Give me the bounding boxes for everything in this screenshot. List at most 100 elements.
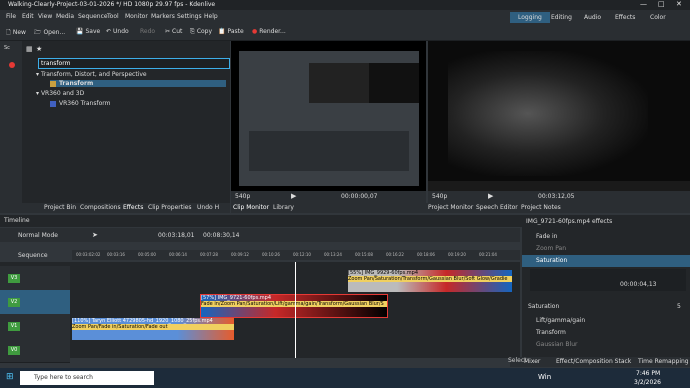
- cut-icon: ✂: [165, 28, 171, 35]
- tree-item-transform[interactable]: Transform: [50, 80, 226, 87]
- effect-row-transform[interactable]: Transform: [522, 327, 690, 339]
- menu-file[interactable]: File: [6, 13, 16, 20]
- taskbar-search-input[interactable]: Type here to search: [20, 371, 154, 385]
- menu-help[interactable]: Help: [204, 13, 218, 20]
- clip-timecode[interactable]: 00:00:00,07: [341, 193, 378, 200]
- menu-view[interactable]: View: [38, 13, 52, 20]
- effect-row-fade-in[interactable]: Fade in: [522, 231, 690, 243]
- track-header-v0[interactable]: V0: [0, 338, 70, 363]
- project-monitor[interactable]: [428, 41, 690, 181]
- render-button[interactable]: ● Render...: [252, 28, 286, 35]
- ruler-tick-label: 00:05:00: [138, 252, 156, 257]
- tab-effects[interactable]: Effects: [123, 204, 143, 211]
- project-monitor-bar: 540p ▶ 00:03:12,05: [428, 191, 690, 203]
- tab-project-bin[interactable]: Project Bin: [44, 204, 76, 211]
- play-icon[interactable]: ▶: [291, 192, 296, 200]
- new-label: New: [12, 29, 26, 36]
- effect-name: Gaussian Blur: [536, 341, 578, 348]
- clock-date[interactable]: 3/2/2026: [634, 379, 661, 386]
- open-icon: 🗁: [34, 29, 42, 36]
- keyframe-area[interactable]: 00:00:04,13: [530, 269, 686, 291]
- record-icon[interactable]: [9, 62, 15, 68]
- open-button[interactable]: 🗁 Open...: [34, 28, 65, 38]
- menu-edit[interactable]: Edit: [22, 13, 34, 20]
- copy-button[interactable]: ⎘ Copy: [190, 28, 212, 36]
- track-label: V0: [8, 346, 20, 355]
- menu-sequence[interactable]: Sequence: [78, 13, 108, 20]
- menu-tool[interactable]: Tool: [107, 13, 119, 20]
- timeline-toolbar: Normal Mode ➤ 00:03:18,01 00:08:30,14: [0, 228, 520, 242]
- menu-settings[interactable]: Settings: [177, 13, 202, 20]
- clip-monitor[interactable]: [231, 41, 426, 191]
- keyframe-timecode[interactable]: 00:00:04,13: [620, 281, 657, 288]
- pointer-icon[interactable]: ➤: [92, 231, 98, 239]
- clock-time[interactable]: 7:46 PM: [636, 370, 660, 377]
- tree-category-transform[interactable]: ▾ Transform, Distort, and Perspective: [36, 71, 147, 78]
- effect-search-input[interactable]: transform: [38, 58, 230, 69]
- paste-button[interactable]: 📋 Paste: [218, 28, 244, 35]
- title-bar: Walking-Clearly-Project-03-01-2026 */ HD…: [0, 0, 690, 10]
- play-icon[interactable]: ▶: [488, 192, 493, 200]
- menu-monitor[interactable]: Monitor: [125, 13, 148, 20]
- effect-row-gaussian-blur[interactable]: Gaussian Blur: [522, 339, 690, 351]
- tab-project-monitor[interactable]: Project Monitor: [428, 204, 473, 211]
- effect-name: Transform: [536, 329, 566, 336]
- param-value[interactable]: 5: [677, 303, 681, 310]
- tab-compositions[interactable]: Compositions: [80, 204, 121, 211]
- windows-start-icon[interactable]: ⊞: [6, 372, 14, 382]
- new-button[interactable]: 🗋 New: [6, 28, 26, 38]
- tab-clip-monitor[interactable]: Clip Monitor: [233, 204, 269, 211]
- clip-zoom[interactable]: 540p: [235, 193, 250, 200]
- effect-name: Zoom Pan: [536, 245, 567, 252]
- close-button[interactable]: ✕: [676, 0, 682, 8]
- maximize-button[interactable]: □: [658, 0, 665, 8]
- proj-timecode[interactable]: 00:03:12,05: [538, 193, 575, 200]
- tab-effect-stack[interactable]: Effect/Composition Stack: [556, 358, 631, 365]
- tab-library[interactable]: Library: [273, 204, 294, 211]
- cut-label: Cut: [172, 28, 183, 35]
- track-header-v1[interactable]: V1: [0, 314, 70, 339]
- clip-v3[interactable]: [55%] IMG_9929-60fps.mp4 Zoom Pan/Satura…: [348, 270, 512, 292]
- ruler-tick-label: 00:06:14: [169, 252, 187, 257]
- workspace-editing[interactable]: Editing: [543, 12, 580, 23]
- undo-button[interactable]: ↶ Undo: [106, 28, 129, 35]
- workspace-audio[interactable]: Audio: [576, 12, 609, 23]
- video-frame: [448, 51, 648, 176]
- clip-effects: Zoom Pan/Fade in/Saturation/Fade out: [72, 324, 234, 330]
- redo-label: Redo: [140, 28, 156, 35]
- mode-select[interactable]: Normal Mode: [18, 232, 58, 239]
- clip-v1[interactable]: [110%] Taryn Elliott 4729805-hd_1920_108…: [72, 318, 234, 340]
- menu-markers[interactable]: Markers: [151, 13, 175, 20]
- copy-icon: ⎘: [190, 28, 195, 35]
- workspace-color[interactable]: Color: [642, 12, 674, 23]
- grid-view-icon[interactable]: ▦: [26, 45, 33, 53]
- timeline-timecode[interactable]: 00:03:18,01: [158, 232, 195, 239]
- tab-time-remapping[interactable]: Time Remapping: [638, 358, 689, 365]
- effect-row-saturation[interactable]: Saturation: [522, 255, 690, 267]
- left-dock-tabs: Project Bin Compositions Effects Clip Pr…: [0, 203, 230, 213]
- window-title: Walking-Clearly-Project-03-01-2026 */ HD…: [8, 1, 216, 8]
- tree-item-vr360[interactable]: VR360 Transform: [50, 100, 110, 107]
- track-header-v3[interactable]: V3: [0, 266, 70, 291]
- track-header-v2[interactable]: V2: [0, 290, 70, 315]
- clip-v2[interactable]: [57%] IMG_9721-60fps.mp4 Fade in/Zoom Pa…: [200, 294, 388, 318]
- tree-category-vr360[interactable]: ▾ VR360 and 3D: [36, 90, 84, 97]
- tab-project-notes[interactable]: Project Notes: [521, 204, 561, 211]
- favorite-icon[interactable]: ★: [36, 45, 42, 53]
- cut-button[interactable]: ✂ Cut: [165, 28, 182, 35]
- open-label: Open...: [43, 29, 66, 36]
- tab-speech-editor[interactable]: Speech Editor: [476, 204, 518, 211]
- item-label: Transform: [59, 80, 94, 87]
- tab-undo-history[interactable]: Undo H: [197, 204, 219, 211]
- effect-row-zoom-pan[interactable]: Zoom Pan: [522, 243, 690, 255]
- menu-media[interactable]: Media: [56, 13, 74, 20]
- ruler-tick-label: 00:13:24: [324, 252, 342, 257]
- redo-button[interactable]: Redo: [140, 28, 155, 35]
- minimize-button[interactable]: —: [640, 0, 647, 8]
- playhead[interactable]: [295, 262, 296, 358]
- tab-clip-properties[interactable]: Clip Properties: [148, 204, 192, 211]
- proj-zoom[interactable]: 540p: [432, 193, 447, 200]
- effect-row-lift-gamma-gain[interactable]: Lift/gamma/gain: [522, 315, 690, 327]
- workspace-effects[interactable]: Effects: [607, 12, 643, 23]
- save-button[interactable]: 💾 Save: [76, 28, 100, 35]
